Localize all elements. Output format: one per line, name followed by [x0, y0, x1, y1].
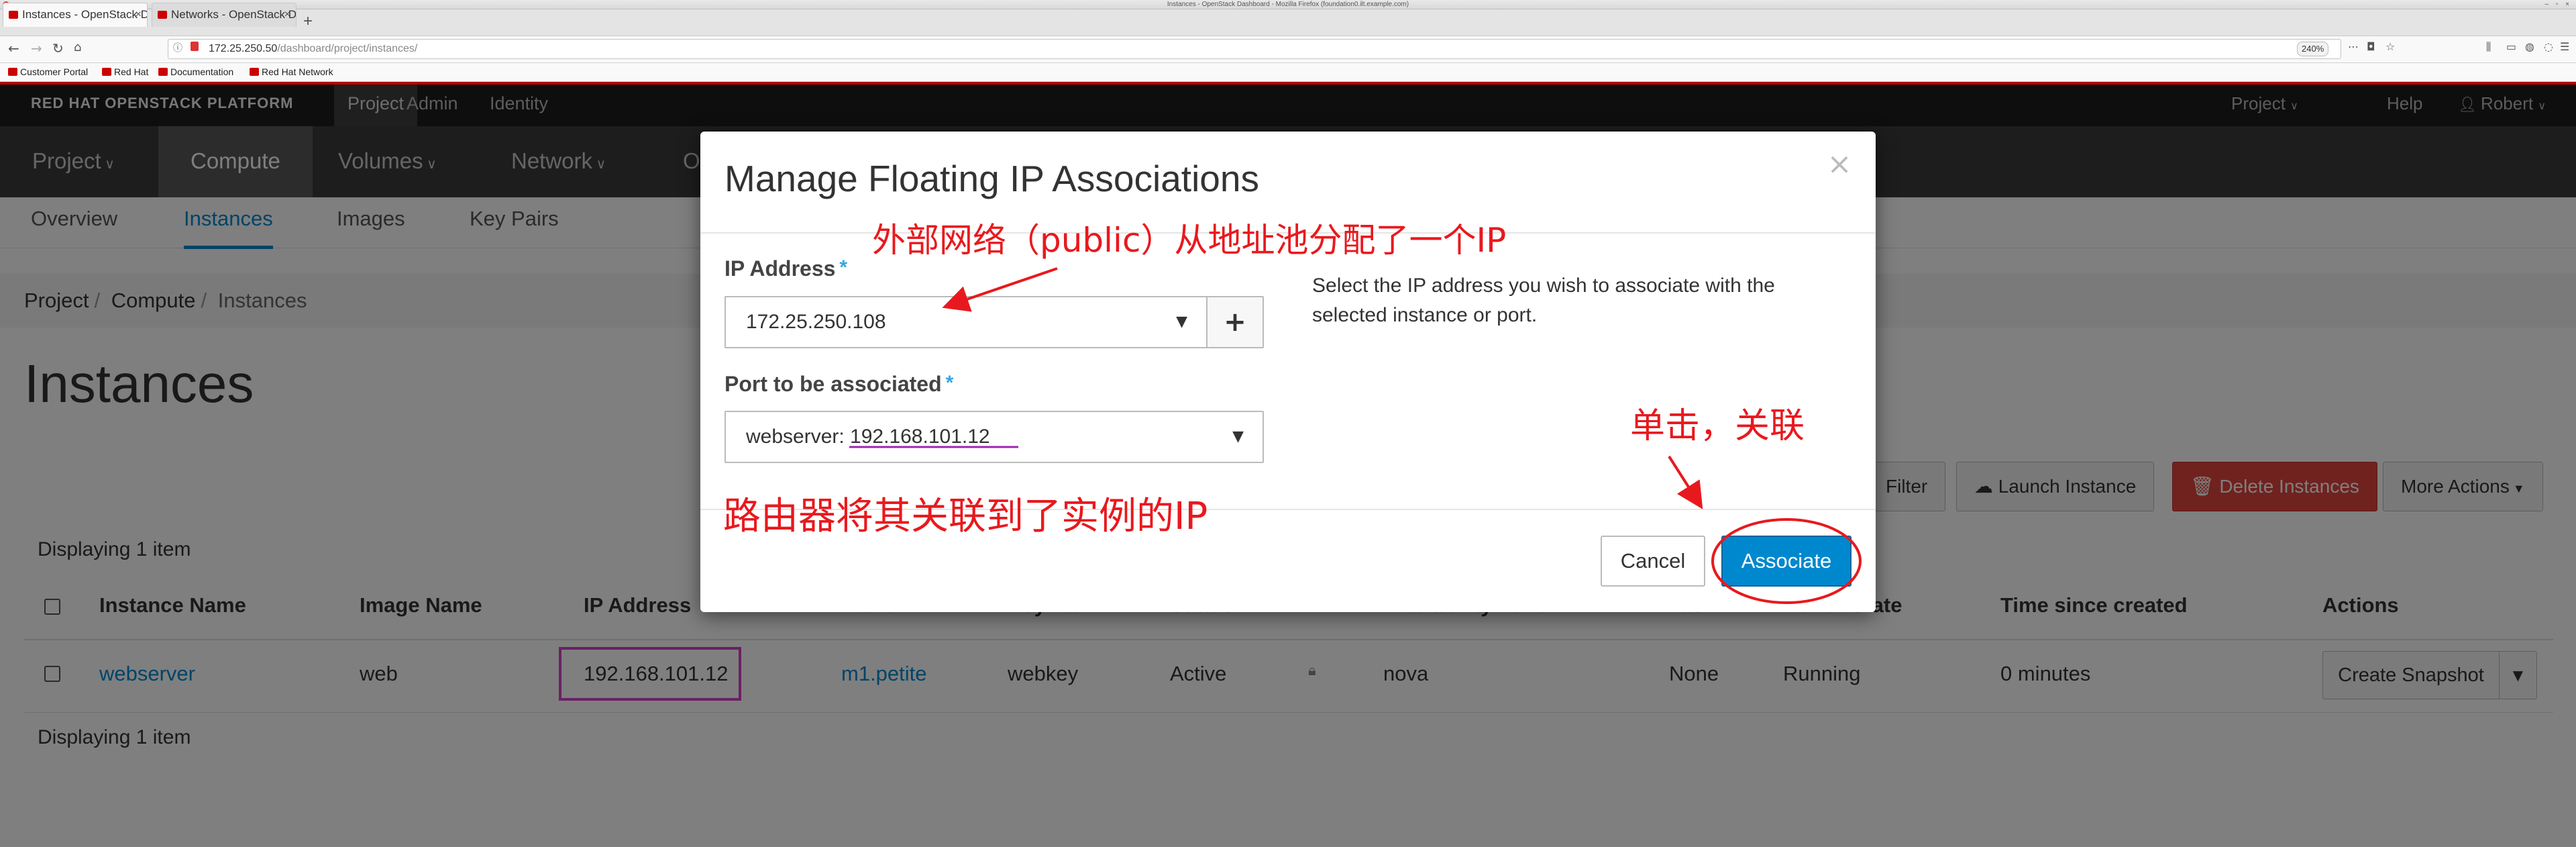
sidebar-icon[interactable]: ▭ — [2506, 40, 2516, 53]
browser-tab-instances[interactable]: Instances - OpenStack D × — [3, 3, 148, 27]
caret-down-icon: ▼ — [1232, 428, 1244, 445]
required-marker: * — [839, 256, 848, 279]
caret-down-icon: ▼ — [1176, 313, 1187, 330]
modal-help-text: Select the IP address you wish to associ… — [1312, 275, 1775, 326]
reload-icon[interactable]: ↻ — [52, 40, 64, 56]
bookmarks-toolbar — [0, 63, 2576, 82]
url-path: /dashboard/project/instances/ — [277, 43, 418, 54]
new-tab-icon[interactable]: + — [303, 12, 313, 31]
back-icon[interactable]: ← — [8, 40, 19, 56]
ip-address-label-text: IP Address — [724, 256, 836, 281]
bookmark-red-hat-network[interactable]: Red Hat Network — [248, 66, 333, 77]
url-host: 172.25.250.50 — [209, 43, 278, 54]
annotation-router: 路由器将其关联到了实例的IP — [723, 495, 1208, 538]
insecure-lock-icon[interactable] — [191, 42, 199, 51]
pocket-icon[interactable]: ◘ — [2367, 40, 2375, 53]
modal-title: Manage Floating IP Associations — [724, 158, 1259, 199]
close-icon[interactable]: × — [1825, 147, 1854, 181]
site-info-icon[interactable]: ⓘ — [173, 41, 182, 54]
sync-icon[interactable]: ◌ — [2544, 40, 2553, 53]
browser-tab-networks[interactable]: Networks - OpenStack D × — [152, 3, 297, 27]
window-controls[interactable]: – ▫ × — [2544, 1, 2572, 8]
zoom-level[interactable]: 240% — [2297, 42, 2329, 56]
browser-tab-label: Instances - OpenStack D — [22, 8, 148, 21]
bookmark-red-hat[interactable]: Red Hat — [101, 66, 148, 77]
tab-bar — [0, 9, 2576, 36]
forward-icon[interactable]: → — [31, 40, 42, 56]
bookmark-customer-portal[interactable]: Customer Portal — [7, 66, 88, 77]
port-value: webserver: 192.168.101.12 — [746, 426, 990, 448]
menu-icon[interactable]: ☰ — [2560, 40, 2569, 53]
bookmark-documentation[interactable]: Documentation — [157, 66, 233, 77]
ip-address-label: IP Address * — [724, 256, 847, 281]
close-tab-icon[interactable]: × — [284, 3, 290, 26]
ip-address-select[interactable]: 172.25.250.108 ▼ — [724, 296, 1208, 348]
bookmark-star-icon[interactable]: ☆ — [2385, 40, 2395, 53]
home-icon[interactable]: ⌂ — [74, 40, 81, 54]
ip-address-value: 172.25.250.108 — [746, 311, 886, 333]
annotation-click: 单击，关联 — [1630, 406, 1805, 446]
port-label: Port to be associated * — [724, 372, 953, 397]
port-select[interactable]: webserver: 192.168.101.12 ▼ — [724, 411, 1264, 463]
required-marker: * — [945, 372, 954, 394]
annotation-public-pool: 外部网络（public）从地址池分配了一个IP — [872, 221, 1507, 260]
cancel-button[interactable]: Cancel — [1601, 536, 1705, 587]
port-label-text: Port to be associated — [724, 372, 942, 396]
redhat-favicon-icon — [158, 11, 167, 19]
window-titlebar: Instances - OpenStack Dashboard - Mozill… — [0, 0, 2576, 9]
page-actions-icon[interactable]: ⋯ — [2348, 40, 2359, 53]
associate-button[interactable]: Associate — [1721, 536, 1851, 587]
close-tab-icon[interactable]: × — [136, 3, 142, 26]
url-bar[interactable]: 172.25.250.50/dashboard/project/instance… — [168, 39, 2341, 59]
window-title: Instances - OpenStack Dashboard - Mozill… — [1167, 1, 1409, 8]
browser-tab-label: Networks - OpenStack D — [171, 8, 297, 21]
redhat-favicon-icon — [9, 11, 18, 19]
allocate-ip-plus-icon[interactable]: + — [1206, 296, 1264, 348]
library-icon[interactable]: ⫼ — [2486, 40, 2491, 54]
extension-icon[interactable]: ◍ — [2525, 40, 2534, 53]
